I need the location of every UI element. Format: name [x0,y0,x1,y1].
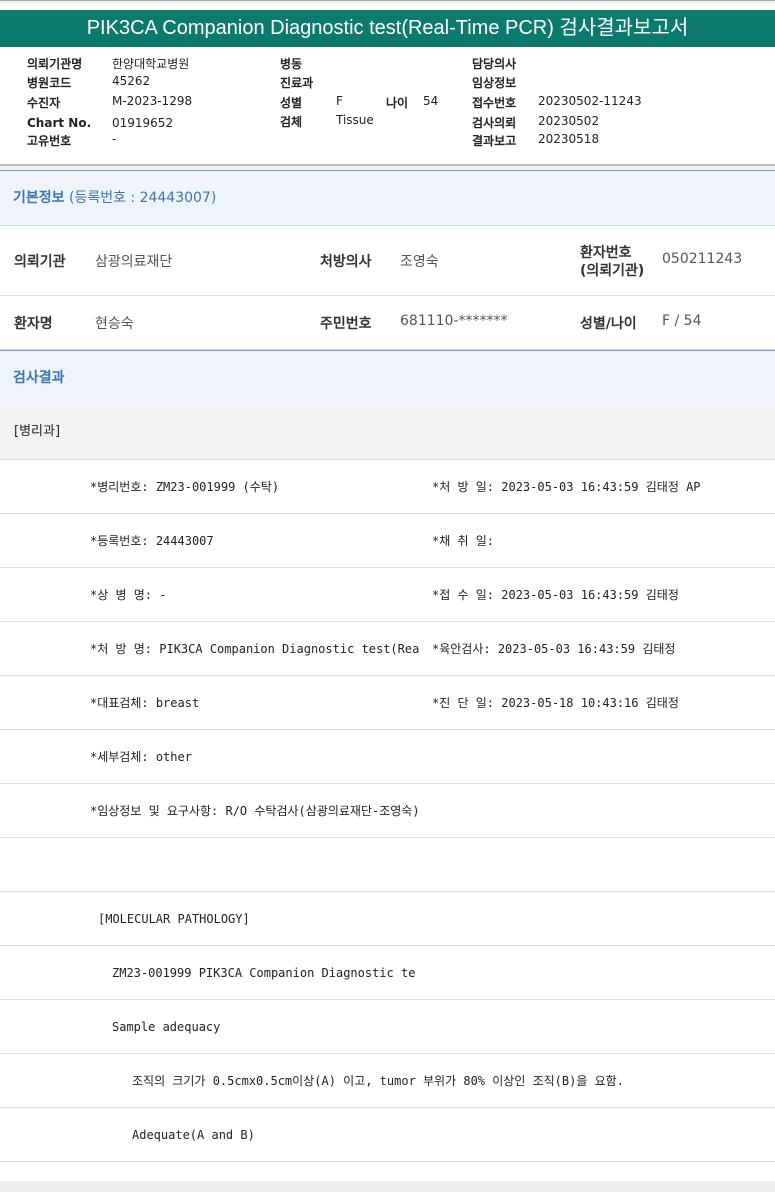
result-right: *채 취 일: [432,534,495,548]
header-value: - [112,132,117,146]
result-text: ZM23-001999 PIK3CA Companion Diagnostic … [112,966,416,980]
result-row: *병리번호: ZM23-001999 (수탁) *처 방 일: 2023-05-0… [0,460,775,514]
result-row: *상 병 명: - *접 수 일: 2023-05-03 16:43:59 김태정 [0,568,775,622]
field-value: 조영숙 [400,254,439,270]
result-left: *상 병 명: - [90,588,167,602]
result-left: *세부검체: other [90,750,192,764]
footer-bar [0,1181,775,1192]
result-left: *등록번호: 24443007 [90,534,214,548]
result-body-line: [MOLECULAR PATHOLOGY] [0,892,775,946]
result-text: Adequate(A and B) [132,1128,255,1142]
field-label: 환자명 [14,316,53,332]
result-body-line [0,838,775,892]
header-label: 고유번호 [27,134,72,148]
result-text: [MOLECULAR PATHOLOGY] [98,912,250,926]
result-right: *접 수 일: 2023-05-03 16:43:59 김태정 [432,588,679,602]
result-right: *진 단 일: 2023-05-18 10:43:16 김태정 [432,696,679,710]
header-label: 임상정보 [472,76,517,90]
result-row: *대표검체: breast *진 단 일: 2023-05-18 10:43:16… [0,676,775,730]
header-value: 20230518 [538,132,600,146]
info-row-1: 의뢰기관 삼광의료재단 처방의사 조영숙 환자번호 (의뢰기관) 0502112… [0,226,775,296]
field-label: 성별/나이 [580,316,637,332]
field-value: 현승숙 [95,316,134,332]
field-label: 환자번호 [580,245,632,261]
result-right: *처 방 일: 2023-05-03 16:43:59 김태정 AP [432,480,701,494]
header-label: 접수번호 [472,96,517,110]
header-value: Tissue [336,113,374,127]
result-row: *처 방 명: PIK3CA Companion Diagnostic test… [0,622,775,676]
header-value: 54 [423,94,439,108]
header-label: 의뢰기관명 [27,57,83,71]
report-title: PIK3CA Companion Diagnostic test(Real-Ti… [0,10,775,47]
result-left: *처 방 명: PIK3CA Companion Diagnostic test… [90,642,420,656]
header-label: Chart No. [27,116,92,130]
field-value: 681110-******* [400,313,508,329]
header-label: 병동 [280,57,303,71]
header-value: F [336,94,343,108]
result-body-line: Adequate(A and B) [0,1108,775,1162]
top-border [0,0,775,4]
header-value: 한양대학교병원 [112,57,190,71]
result-body-line: ZM23-001999 PIK3CA Companion Diagnostic … [0,946,775,1000]
field-label: 처방의사 [320,254,372,270]
field-label: 의뢰기관 [14,254,66,270]
result-body-line: 조직의 크기가 0.5cmx0.5cm이상(A) 이고, tumor 부위가 8… [0,1054,775,1108]
header-value: 20230502 [538,114,600,128]
field-value: F / 54 [662,313,702,329]
result-header: 검사결과 [0,350,775,406]
header-value: M-2023-1298 [112,94,193,108]
result-left: *병리번호: ZM23-001999 (수탁) [90,480,280,494]
field-label: (의뢰기관) [580,263,645,279]
result-text: Sample adequacy [112,1020,221,1034]
basic-info-title: 기본정보 [13,190,65,206]
result-row: *임상정보 및 요구사항: R/O 수탁검사(삼광의료재단-조영숙) [0,784,775,838]
header-value: 01919652 [112,116,174,130]
header-label: 검사의뢰 [472,116,517,130]
result-left: *임상정보 및 요구사항: R/O 수탁검사(삼광의료재단-조영숙) [90,804,420,818]
result-text: 조직의 크기가 0.5cmx0.5cm이상(A) 이고, tumor 부위가 8… [132,1074,624,1088]
registration-number: (등록번호 : 24443007) [68,190,217,206]
header-label: 나이 [386,96,409,110]
header-label: 병원코드 [27,76,72,90]
header-label: 성별 [280,96,303,110]
result-body-line: Sample adequacy [0,1000,775,1054]
header-value: 45262 [112,74,151,88]
field-value: 050211243 [662,251,743,267]
header-value: 20230502-11243 [538,94,642,108]
result-right: *육안검사: 2023-05-03 16:43:59 김태정 [432,642,676,656]
basic-info-header: 기본정보 (등록번호 : 24443007) [0,170,775,226]
result-row: *세부검체: other [0,730,775,784]
report-header: 의뢰기관명 한양대학교병원병원코드 45262 수진자 M-2023-1298 Chart… [0,55,775,155]
department-label: [병리과] [0,405,775,460]
header-label: 담당의사 [472,57,517,71]
info-row-2: 환자명 현승숙 주민번호 681110-******* 성별/나이 F / 54 [0,296,775,350]
header-label: 결과보고 [472,134,517,148]
field-value: 삼광의료재단 [95,254,173,270]
header-label: 진료과 [280,76,314,90]
header-label: 수진자 [27,96,61,110]
result-row: *등록번호: 24443007 *채 취 일: [0,514,775,568]
result-left: *대표검체: breast [90,696,200,710]
field-label: 주민번호 [320,316,372,332]
header-label: 검체 [280,115,303,129]
